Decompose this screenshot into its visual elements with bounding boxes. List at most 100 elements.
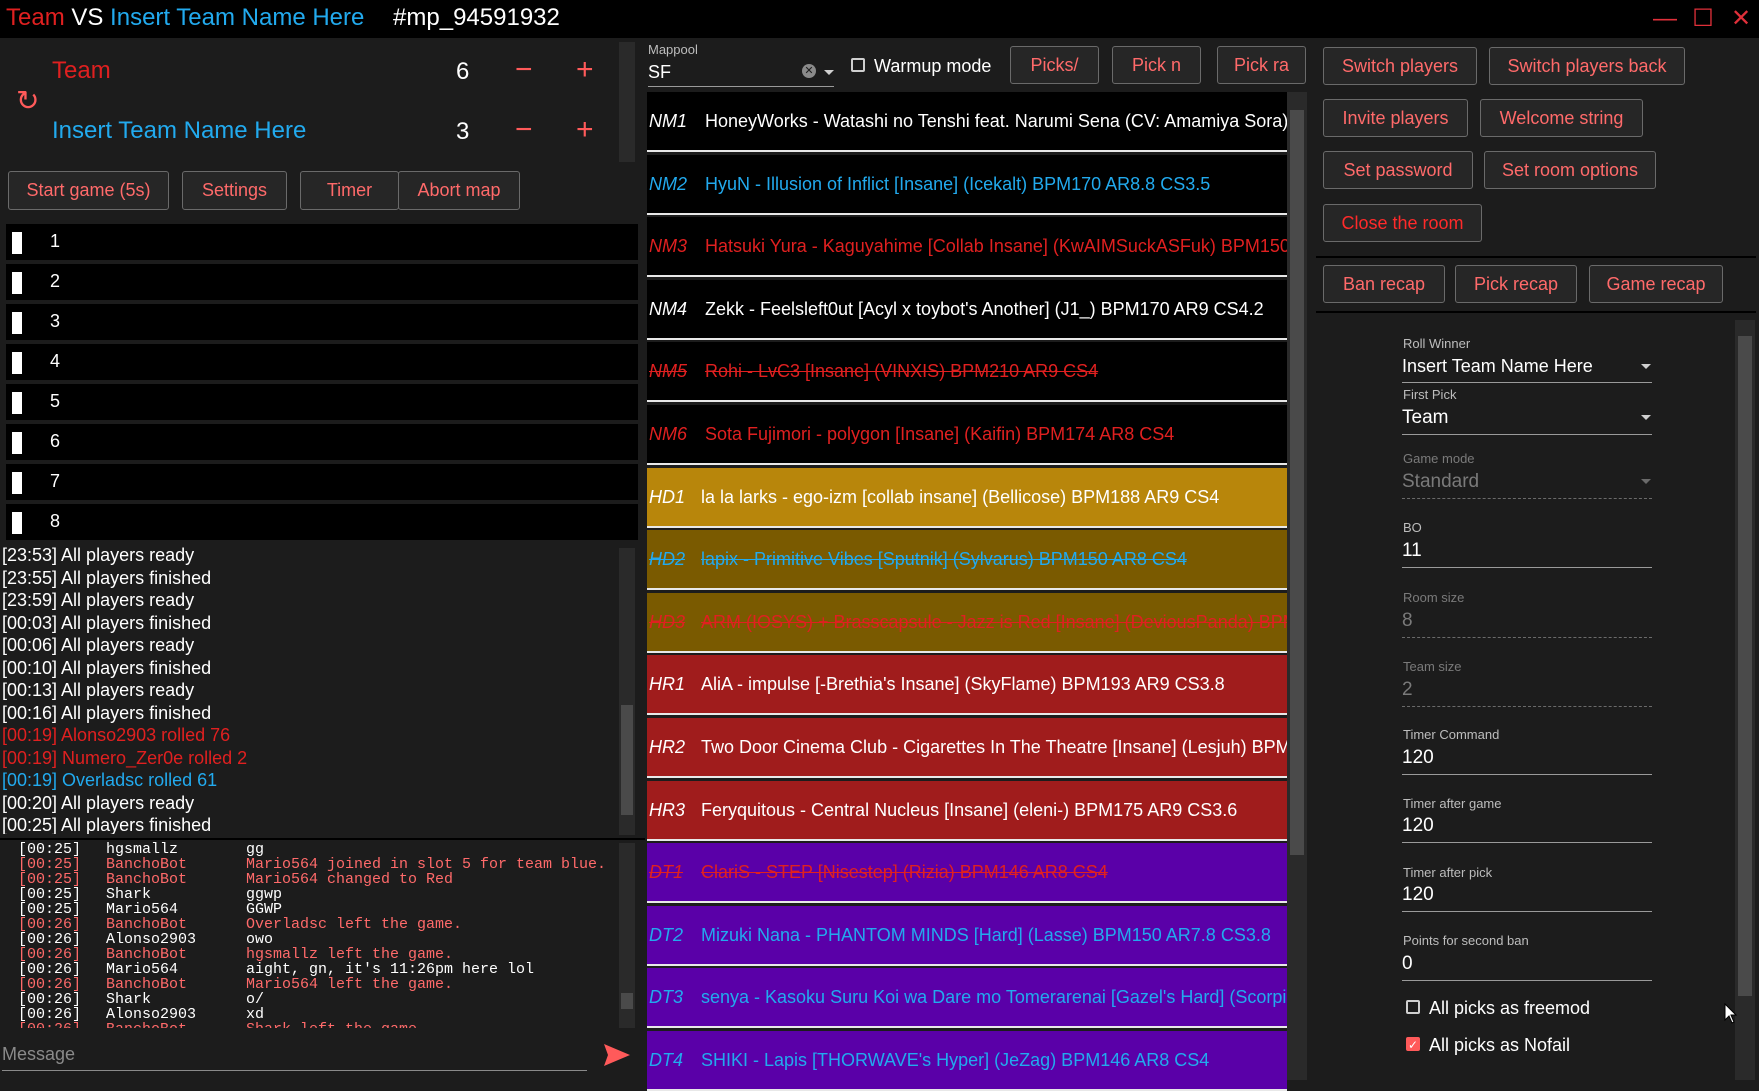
map-row-nm5[interactable]: NM5 Rohi - LvC3 [Insane] (VINXIS) BPM210 … bbox=[647, 342, 1287, 403]
message-input[interactable]: Message bbox=[2, 1044, 587, 1070]
settings-button[interactable]: Settings bbox=[182, 171, 287, 210]
player-slot-4[interactable]: 4 bbox=[6, 344, 638, 380]
map-row-hd1[interactable]: HD1 la la larks - ego-izm [collab insane]… bbox=[647, 467, 1287, 528]
slot-flag bbox=[12, 432, 22, 454]
player-slot-2[interactable]: 2 bbox=[6, 264, 638, 300]
bo-label: BO bbox=[1403, 520, 1422, 535]
map-row-hd2[interactable]: HD2 lapix - Primitive Vibes [Sputnik] (Sy… bbox=[647, 530, 1287, 591]
chat-scrollbar[interactable] bbox=[619, 843, 635, 1028]
warmup-checkbox[interactable] bbox=[851, 58, 865, 72]
map-row-nm2[interactable]: NM2 HyuN - Illusion of Inflict [Insane] (… bbox=[647, 154, 1287, 215]
map-row-hr3[interactable]: HR3 Feryquitous - Central Nucleus [Insane… bbox=[647, 780, 1287, 841]
maximize-icon[interactable]: ☐ bbox=[1684, 0, 1722, 38]
event-log: [23:53] All players ready [23:55] All pla… bbox=[2, 544, 614, 834]
chat-scroll-thumb[interactable] bbox=[621, 993, 633, 1009]
window-title: Team VS Insert Team Name Here #mp_945919… bbox=[6, 4, 560, 32]
mappool-select[interactable]: SF bbox=[648, 62, 671, 83]
refresh-icon[interactable]: ↻ bbox=[16, 86, 39, 116]
team1-minus-icon[interactable]: − bbox=[515, 55, 533, 85]
bo-input[interactable]: 11 bbox=[1402, 540, 1422, 562]
set-room-options-button[interactable]: Set room options bbox=[1484, 151, 1656, 189]
team1-plus-icon[interactable]: + bbox=[576, 55, 594, 85]
event-line: [00:19] Alonso2903 rolled 76 bbox=[2, 725, 231, 745]
map-row-nm6[interactable]: NM6 Sota Fujimori - polygon [Insane] (Kai… bbox=[647, 405, 1287, 465]
chat-user: BanchoBot bbox=[106, 871, 188, 888]
player-slot-7[interactable]: 7 bbox=[6, 464, 638, 500]
minimize-icon[interactable]: — bbox=[1646, 0, 1684, 38]
points-second-ban-input[interactable]: 0 bbox=[1402, 953, 1413, 975]
game-recap-button[interactable]: Game recap bbox=[1589, 265, 1723, 303]
chat-user: BanchoBot bbox=[106, 946, 188, 963]
map-title: Zekk - Feelsleft0ut [Acyl x toybot's Ano… bbox=[705, 298, 1264, 319]
chevron-down-icon[interactable] bbox=[824, 70, 834, 75]
timer-button[interactable]: Timer bbox=[300, 171, 399, 210]
roll-winner-select[interactable]: Insert Team Name Here bbox=[1402, 356, 1593, 377]
map-title: AliA - impulse [-Brethia's Insane] (SkyF… bbox=[701, 674, 1225, 695]
map-row-hr2[interactable]: HR2 Two Door Cinema Club - Cigarettes In … bbox=[647, 718, 1287, 778]
event-line: [00:16] All players finished bbox=[2, 702, 212, 723]
send-icon[interactable] bbox=[603, 1043, 631, 1067]
chevron-down-icon[interactable] bbox=[1641, 364, 1651, 369]
mappool-scrollbar[interactable] bbox=[1287, 92, 1307, 1080]
player-slot-8[interactable]: 8 bbox=[6, 504, 638, 540]
slot-number: 8 bbox=[50, 511, 61, 531]
chat-user: Mario564 bbox=[106, 901, 179, 918]
score-scrollbar[interactable] bbox=[619, 42, 635, 162]
invite-players-button[interactable]: Invite players bbox=[1323, 99, 1468, 137]
chat-time: [00:25] bbox=[18, 871, 82, 888]
close-icon[interactable]: ✕ bbox=[1722, 0, 1759, 38]
switch-players-back-button[interactable]: Switch players back bbox=[1489, 47, 1685, 85]
timer-after-game-underline bbox=[1402, 842, 1652, 843]
settings-scrollbar[interactable] bbox=[1735, 320, 1755, 1080]
nofail-checkbox[interactable]: ✓ bbox=[1406, 1037, 1420, 1051]
chat-line: [00:26] Shark o/ bbox=[18, 992, 618, 1007]
player-slot-3[interactable]: 3 bbox=[6, 304, 638, 340]
team2-minus-icon[interactable]: − bbox=[515, 115, 533, 145]
mappool-scroll-thumb[interactable] bbox=[1290, 110, 1304, 855]
map-title: lapix - Primitive Vibes [Sputnik] (Sylva… bbox=[701, 549, 1187, 570]
ban-recap-button[interactable]: Ban recap bbox=[1323, 265, 1445, 303]
pick-random-button[interactable]: Pick ra bbox=[1217, 46, 1306, 84]
welcome-string-button[interactable]: Welcome string bbox=[1480, 99, 1643, 137]
timer-after-pick-input[interactable]: 120 bbox=[1402, 884, 1434, 906]
player-slot-1[interactable]: 1 bbox=[6, 224, 638, 260]
team2-plus-icon[interactable]: + bbox=[576, 115, 594, 145]
set-password-button[interactable]: Set password bbox=[1323, 151, 1473, 189]
first-pick-select[interactable]: Team bbox=[1402, 407, 1448, 429]
freemod-checkbox[interactable] bbox=[1406, 1000, 1420, 1014]
start-game-button[interactable]: Start game (5s) bbox=[8, 171, 169, 210]
pick-recap-button[interactable]: Pick recap bbox=[1455, 265, 1577, 303]
title-vs: VS bbox=[71, 4, 104, 31]
map-row-hd3[interactable]: HD3 ARM (IOSYS) + Brasscapsule - Jazz is … bbox=[647, 592, 1287, 653]
divider bbox=[0, 838, 645, 840]
map-row-dt1[interactable]: DT1 ClariS - STEP [Nisestep] (Rizia) BPM1… bbox=[647, 843, 1287, 904]
map-row-dt2[interactable]: DT2 Mizuki Nana - PHANTOM MINDS [Hard] (L… bbox=[647, 905, 1287, 966]
event-log-scrollbar[interactable] bbox=[619, 548, 635, 835]
player-slot-5[interactable]: 5 bbox=[6, 384, 638, 420]
map-row-dt3[interactable]: DT3 senya - Kasoku Suru Koi wa Dare mo To… bbox=[647, 968, 1287, 1029]
team1-name: Team bbox=[52, 57, 111, 84]
map-title: Mizuki Nana - PHANTOM MINDS [Hard] (Lass… bbox=[701, 924, 1271, 945]
picks-button[interactable]: Picks/ bbox=[1010, 46, 1099, 84]
map-row-dt4[interactable]: DT4 SHIKI - Lapis [THORWAVE's Hyper] (JeZ… bbox=[647, 1031, 1287, 1091]
map-row-hr1[interactable]: HR1 AliA - impulse [-Brethia's Insane] (S… bbox=[647, 655, 1287, 716]
close-room-button[interactable]: Close the room bbox=[1323, 204, 1482, 242]
map-title: Hatsuki Yura - Kaguyahime [Collab Insane… bbox=[705, 236, 1287, 257]
timer-after-game-input[interactable]: 120 bbox=[1402, 815, 1434, 837]
player-slot-6[interactable]: 6 bbox=[6, 424, 638, 460]
abort-map-button[interactable]: Abort map bbox=[398, 171, 520, 210]
timer-command-input[interactable]: 120 bbox=[1402, 747, 1434, 769]
settings-scroll-thumb[interactable] bbox=[1738, 336, 1752, 996]
timer-after-pick-underline bbox=[1402, 911, 1652, 912]
timer-command-label: Timer Command bbox=[1403, 727, 1500, 742]
map-row-nm3[interactable]: NM3 Hatsuki Yura - Kaguyahime [Collab Ins… bbox=[647, 217, 1287, 278]
map-code: HD3 bbox=[649, 611, 686, 632]
chevron-down-icon[interactable] bbox=[1641, 415, 1651, 420]
chat-time: [00:26] bbox=[18, 1022, 106, 1028]
map-row-nm1[interactable]: NM1 HoneyWorks - Watashi no Tenshi feat. … bbox=[647, 92, 1287, 152]
clear-icon[interactable]: ✕ bbox=[802, 64, 816, 78]
pick-next-button[interactable]: Pick n bbox=[1112, 46, 1201, 84]
switch-players-button[interactable]: Switch players bbox=[1323, 47, 1477, 85]
event-log-scroll-thumb[interactable] bbox=[621, 705, 633, 815]
map-row-nm4[interactable]: NM4 Zekk - Feelsleft0ut [Acyl x toybot's … bbox=[647, 279, 1287, 340]
